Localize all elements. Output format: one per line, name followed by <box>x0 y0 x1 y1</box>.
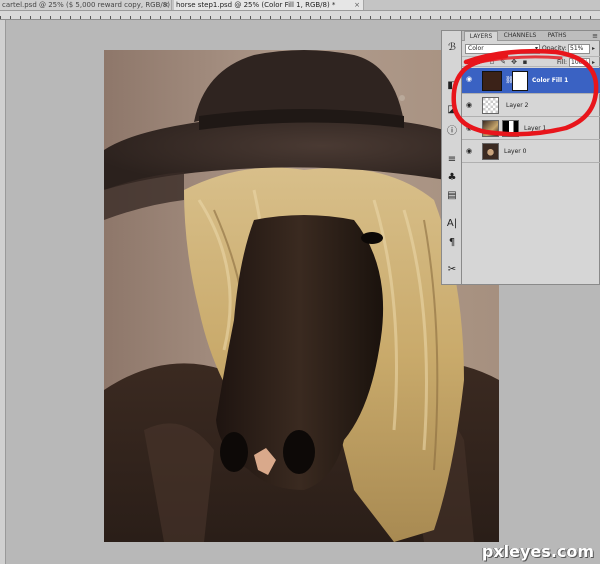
lock-position-icon[interactable]: ✥ <box>510 58 518 66</box>
styles-icon[interactable]: ◪ <box>445 103 459 116</box>
close-icon[interactable]: × <box>163 0 169 10</box>
layer-mask-thumbnail <box>502 120 519 137</box>
opacity-input[interactable]: 51% <box>568 44 590 54</box>
info-icon[interactable]: ⓘ <box>445 125 459 138</box>
character-icon[interactable]: A| <box>445 217 459 230</box>
lock-all-icon[interactable]: ▪ <box>521 58 529 66</box>
scissors-icon[interactable]: ✂ <box>445 263 459 276</box>
document-tab-horse[interactable]: horse step1.psd @ 25% (Color Fill 1, RGB… <box>174 0 364 10</box>
close-icon[interactable]: × <box>354 0 360 10</box>
panel-tabs: LAYERS CHANNELS PATHS ≡ <box>462 31 600 41</box>
layer-row-color-fill-1[interactable]: ◉ ⛓ Color Fill 1 <box>462 68 600 94</box>
document-tab-cartel[interactable]: cartel.psd @ 25% ($ 5,000 reward copy, R… <box>0 0 172 10</box>
lock-transparency-icon[interactable]: ▫ <box>488 58 496 66</box>
layer-name: Layer 1 <box>524 125 547 132</box>
layer-row-layer-1[interactable]: ◉ Layer 1 <box>462 117 600 140</box>
visibility-eye-icon[interactable]: ◉ <box>464 101 474 110</box>
layer-thumbnail <box>482 120 499 137</box>
layer-name: Layer 2 <box>506 102 529 109</box>
clone-source-icon[interactable]: ♣ <box>445 171 459 184</box>
layers-panel: LAYERS CHANNELS PATHS ≡ Color ▾ Opacity:… <box>461 30 600 285</box>
blend-mode-select[interactable]: Color ▾ <box>465 44 540 54</box>
tab-paths[interactable]: PATHS <box>542 31 572 41</box>
layer-name: Color Fill 1 <box>532 77 569 84</box>
tab-layers[interactable]: LAYERS <box>464 31 498 41</box>
vertical-ruler <box>0 20 6 564</box>
document-tab-label: cartel.psd @ 25% ($ 5,000 reward copy, R… <box>2 1 170 9</box>
layer-thumbnail <box>482 143 499 160</box>
lock-row: Lock: ▫ ✎ ✥ ▪ Fill: 100% ▸ <box>462 56 600 67</box>
transparent-layer-thumbnail <box>482 97 499 114</box>
blend-mode-value: Color <box>468 45 484 52</box>
history-icon[interactable]: ℬ <box>445 41 459 54</box>
paragraph-icon[interactable]: ¶ <box>445 236 459 249</box>
horizontal-ruler <box>0 11 600 20</box>
layer-row-layer-2[interactable]: ◉ Layer 2 <box>462 94 600 117</box>
color-fill-thumbnail <box>482 71 502 91</box>
visibility-eye-icon[interactable]: ◉ <box>464 147 474 156</box>
tool-presets-icon[interactable]: ▤ <box>445 189 459 202</box>
panel-menu-icon[interactable]: ≡ <box>592 31 598 41</box>
layer-name: Layer 0 <box>504 148 527 155</box>
panel-tool-strip: ℬ ◧ ◪ ⓘ ≡ ♣ ▤ A| ¶ ✂ <box>441 30 461 285</box>
lock-pixels-icon[interactable]: ✎ <box>499 58 507 66</box>
brushes-icon[interactable]: ≡ <box>445 153 459 166</box>
document-tab-bar: cartel.psd @ 25% ($ 5,000 reward copy, R… <box>0 0 600 11</box>
color-swatch-icon[interactable]: ◧ <box>445 79 459 92</box>
tab-channels[interactable]: CHANNELS <box>499 31 541 41</box>
chevron-down-icon: ▾ <box>534 45 538 52</box>
visibility-eye-icon[interactable]: ◉ <box>464 124 474 133</box>
visibility-eye-icon[interactable]: ◉ <box>464 75 474 84</box>
chevron-right-icon[interactable]: ▸ <box>592 45 595 52</box>
layer-row-layer-0[interactable]: ◉ Layer 0 <box>462 140 600 163</box>
document-tab-label: horse step1.psd @ 25% (Color Fill 1, RGB… <box>176 1 336 9</box>
horse-photo <box>104 50 499 542</box>
layers-list-empty-area <box>462 164 599 284</box>
lock-label: Lock: <box>465 59 481 66</box>
layer-mask-thumbnail <box>512 71 528 91</box>
fill-label: Fill: <box>557 59 568 66</box>
fill-input[interactable]: 100% <box>569 58 590 67</box>
document-canvas[interactable] <box>104 50 499 542</box>
opacity-label: Opacity: <box>542 45 567 52</box>
watermark: pxleyes.com <box>481 542 594 561</box>
chevron-right-icon[interactable]: ▸ <box>592 59 595 66</box>
